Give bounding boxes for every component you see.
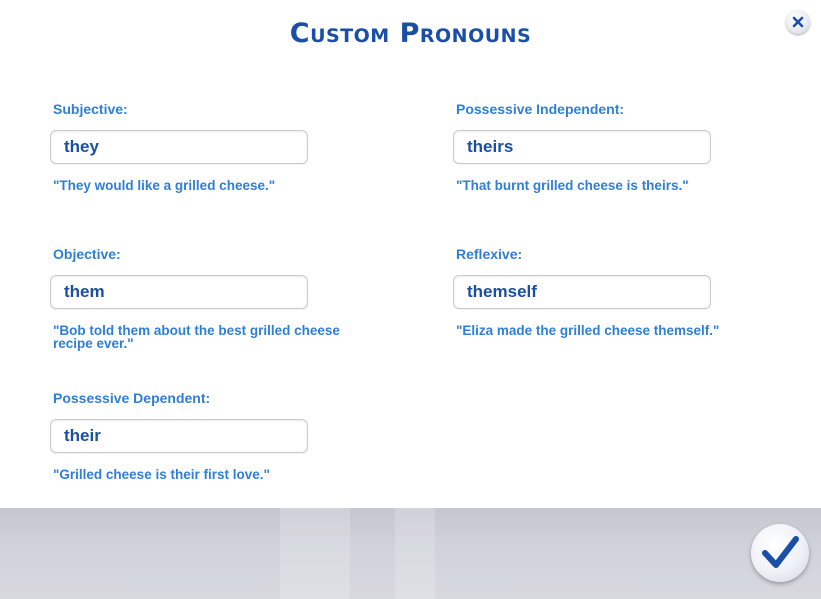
reflexive-label: Reflexive:	[456, 246, 523, 262]
dialog-footer	[0, 508, 821, 599]
close-button[interactable]	[786, 10, 810, 34]
objective-label: Objective:	[53, 246, 121, 262]
possessive-independent-label: Possessive Independent:	[456, 101, 625, 117]
checkmark-icon	[762, 536, 799, 568]
subjective-input[interactable]	[50, 130, 308, 164]
reflexive-input[interactable]	[453, 275, 711, 309]
objective-input[interactable]	[50, 275, 308, 309]
dialog-title: Custom Pronouns	[289, 18, 532, 49]
possessive-dependent-example: "Grilled cheese is their first love."	[53, 467, 270, 482]
possessive-independent-example: "That burnt grilled cheese is theirs."	[456, 178, 689, 193]
possessive-dependent-label: Possessive Dependent:	[53, 390, 211, 406]
subjective-example: "They would like a grilled cheese."	[53, 178, 276, 193]
possessive-independent-input[interactable]	[453, 130, 711, 164]
custom-pronouns-dialog: Custom Pronouns Subjective: "They would …	[0, 0, 821, 508]
subjective-label: Subjective:	[53, 101, 128, 117]
objective-example: "Bob told them about the best grilled ch…	[53, 323, 340, 351]
close-icon	[792, 16, 804, 28]
reflexive-example: "Eliza made the grilled cheese themself.…	[456, 323, 720, 338]
possessive-dependent-input[interactable]	[50, 419, 308, 453]
confirm-button[interactable]	[751, 524, 809, 582]
footer-background-shape	[395, 508, 435, 599]
footer-background-shape	[280, 508, 350, 599]
